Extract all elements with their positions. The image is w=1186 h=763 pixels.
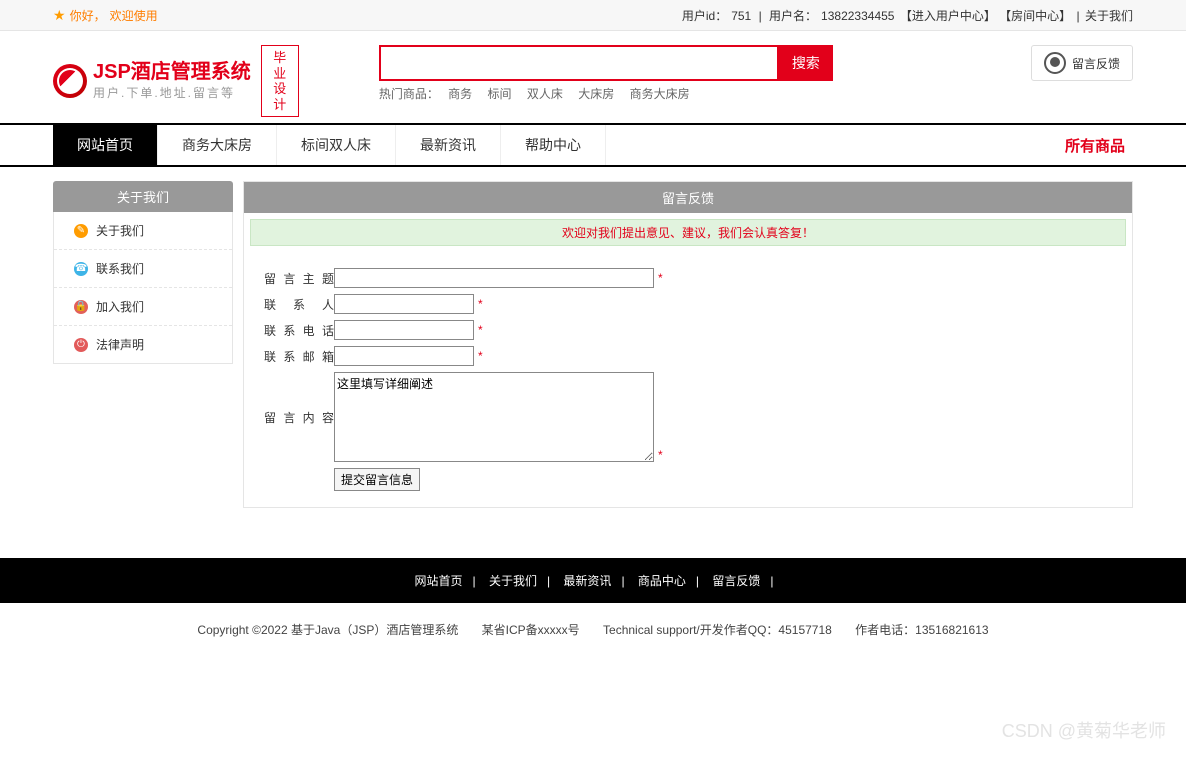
submit-button[interactable]: 提交留言信息 <box>334 468 420 491</box>
label-email: 联系邮箱 <box>264 348 334 365</box>
nav-item[interactable]: 标间双人床 <box>277 125 396 165</box>
required-star: * <box>478 349 483 363</box>
watermark: CSDN @黄菊华老师 <box>1002 717 1166 743</box>
about-link[interactable]: 关于我们 <box>1085 9 1133 23</box>
sep: | <box>472 574 475 588</box>
user-id: 751 <box>731 9 751 23</box>
sep: | <box>759 9 765 23</box>
username: 13822334455 <box>821 9 894 23</box>
search-button[interactable]: 搜索 <box>779 45 833 81</box>
sidebar-item-join[interactable]: 🔒 加入我们 <box>54 288 232 326</box>
feedback-label: 留言反馈 <box>1072 55 1120 72</box>
username-label: 用户名： <box>769 9 817 23</box>
required-star: * <box>478 323 483 337</box>
user-center-link[interactable]: 【进入用户中心】 <box>900 9 996 23</box>
footer-link[interactable]: 关于我们 <box>489 574 537 588</box>
hot-label: 热门商品： <box>379 87 439 101</box>
sidebar-item-label: 联系我们 <box>96 260 144 277</box>
badge-line2: 设计 <box>268 81 292 112</box>
main-panel: 留言反馈 欢迎对我们提出意见、建议，我们会认真答复！ 留言主题 * 联 系 人 … <box>243 181 1133 508</box>
feedback-form: 留言主题 * 联 系 人 * 联系电话 * 联系邮箱 * <box>244 252 1132 507</box>
nav-all-products[interactable]: 所有商品 <box>1065 135 1133 156</box>
footer-link[interactable]: 留言反馈 <box>712 574 760 588</box>
sep: | <box>770 574 773 588</box>
copyright: Copyright ©2022 基于Java（JSP）酒店管理系统 某省ICP备… <box>0 603 1186 656</box>
content-textarea[interactable] <box>334 372 654 462</box>
sidebar-item-label: 关于我们 <box>96 222 144 239</box>
hot-link[interactable]: 大床房 <box>578 87 614 101</box>
nav-home[interactable]: 网站首页 <box>53 125 158 165</box>
headset-icon <box>1044 52 1066 74</box>
logo-subtitle: 用户.下单.地址.留言等 <box>93 84 251 101</box>
footer-link[interactable]: 商品中心 <box>638 574 686 588</box>
email-input[interactable] <box>334 346 474 366</box>
search-input[interactable] <box>379 45 779 81</box>
copyright-text: Copyright ©2022 基于Java（JSP）酒店管理系统 <box>197 623 458 637</box>
nav-item[interactable]: 最新资讯 <box>396 125 501 165</box>
label-subject: 留言主题 <box>264 270 334 287</box>
search-block: 搜索 热门商品： 商务 标间 双人床 大床房 商务大床房 <box>379 45 833 102</box>
sep: | <box>696 574 699 588</box>
main-nav: 网站首页 商务大床房 标间双人床 最新资讯 帮助中心 所有商品 <box>0 123 1186 167</box>
logo-title: JSP酒店管理系统 <box>93 62 251 82</box>
badge-line1: 毕业 <box>268 50 292 81</box>
notice: 欢迎对我们提出意见、建议，我们会认真答复！ <box>250 219 1126 246</box>
doc-icon: ✎ <box>74 224 88 238</box>
logo-block[interactable]: JSP酒店管理系统 用户.下单.地址.留言等 毕业 设计 <box>53 45 299 117</box>
logo-icon <box>53 64 87 98</box>
nav-item[interactable]: 帮助中心 <box>501 125 606 165</box>
star-icon: ★ <box>53 7 66 24</box>
hot-row: 热门商品： 商务 标间 双人床 大床房 商务大床房 <box>379 85 833 102</box>
nav-item[interactable]: 商务大床房 <box>158 125 277 165</box>
feedback-button[interactable]: 留言反馈 <box>1031 45 1133 81</box>
sep: | <box>547 574 550 588</box>
lock-icon: 🔒 <box>74 300 88 314</box>
required-star: * <box>658 448 663 462</box>
user-id-label: 用户id： <box>682 9 727 23</box>
sidebar-title: 关于我们 <box>53 181 233 212</box>
icp-text: 某省ICP备xxxxx号 <box>482 623 580 637</box>
clipboard-icon: ☎ <box>74 262 88 276</box>
sidebar-item-legal[interactable]: ⏻ 法律声明 <box>54 326 232 363</box>
greeting-prefix: 你好， <box>70 7 106 24</box>
label-contact: 联 系 人 <box>264 296 334 313</box>
sep2: | <box>1077 9 1083 23</box>
topbar: ★ 你好， 欢迎使用 用户id： 751 | 用户名： 13822334455 【进… <box>0 0 1186 31</box>
phone-input[interactable] <box>334 320 474 340</box>
hot-link[interactable]: 商务 <box>448 87 472 101</box>
required-star: * <box>478 297 483 311</box>
sidebar-item-label: 加入我们 <box>96 298 144 315</box>
header: JSP酒店管理系统 用户.下单.地址.留言等 毕业 设计 搜索 热门商品： 商务… <box>0 31 1186 123</box>
hot-link[interactable]: 商务大床房 <box>630 87 690 101</box>
sidebar: 关于我们 ✎ 关于我们 ☎ 联系我们 🔒 加入我们 ⏻ 法律声明 <box>53 181 233 508</box>
hot-link[interactable]: 双人床 <box>527 87 563 101</box>
power-icon: ⏻ <box>74 338 88 352</box>
required-star: * <box>658 271 663 285</box>
sidebar-item-label: 法律声明 <box>96 336 144 353</box>
room-center-link[interactable]: 【房间中心】 <box>999 9 1071 23</box>
contact-input[interactable] <box>334 294 474 314</box>
sidebar-item-about[interactable]: ✎ 关于我们 <box>54 212 232 250</box>
hot-link[interactable]: 标间 <box>488 87 512 101</box>
panel-title: 留言反馈 <box>244 182 1132 213</box>
sep: | <box>621 574 624 588</box>
greeting: 欢迎使用 <box>110 7 158 24</box>
label-phone: 联系电话 <box>264 322 334 339</box>
topbar-left: ★ 你好， 欢迎使用 <box>53 7 158 24</box>
footer-nav: 网站首页 | 关于我们 | 最新资讯 | 商品中心 | 留言反馈 | <box>0 558 1186 603</box>
footer-link[interactable]: 网站首页 <box>414 574 462 588</box>
support-text: Technical support/开发作者QQ：45157718 <box>603 623 832 637</box>
subject-input[interactable] <box>334 268 654 288</box>
sidebar-item-contact[interactable]: ☎ 联系我们 <box>54 250 232 288</box>
label-content: 留言内容 <box>264 409 334 426</box>
badge: 毕业 设计 <box>261 45 299 117</box>
phone-text: 作者电话：13516821613 <box>855 623 988 637</box>
footer-link[interactable]: 最新资讯 <box>563 574 611 588</box>
topbar-right: 用户id： 751 | 用户名： 13822334455 【进入用户中心】 【房间中… <box>680 7 1133 24</box>
